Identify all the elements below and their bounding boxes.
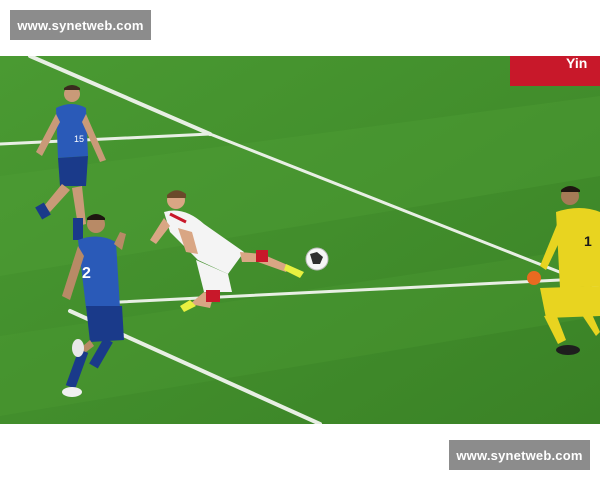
match-photo: Yin 15 2 1 [0,56,600,424]
shirt-number: 15 [74,134,84,144]
advertising-board: Yin [510,56,600,86]
shirt-number: 2 [82,265,91,282]
soccer-ball [305,247,329,271]
watermark-top: www.synetweb.com [10,10,151,40]
shirt-number: 1 [584,233,592,249]
watermark-bottom: www.synetweb.com [449,440,590,470]
board-text: Yin [566,56,587,71]
